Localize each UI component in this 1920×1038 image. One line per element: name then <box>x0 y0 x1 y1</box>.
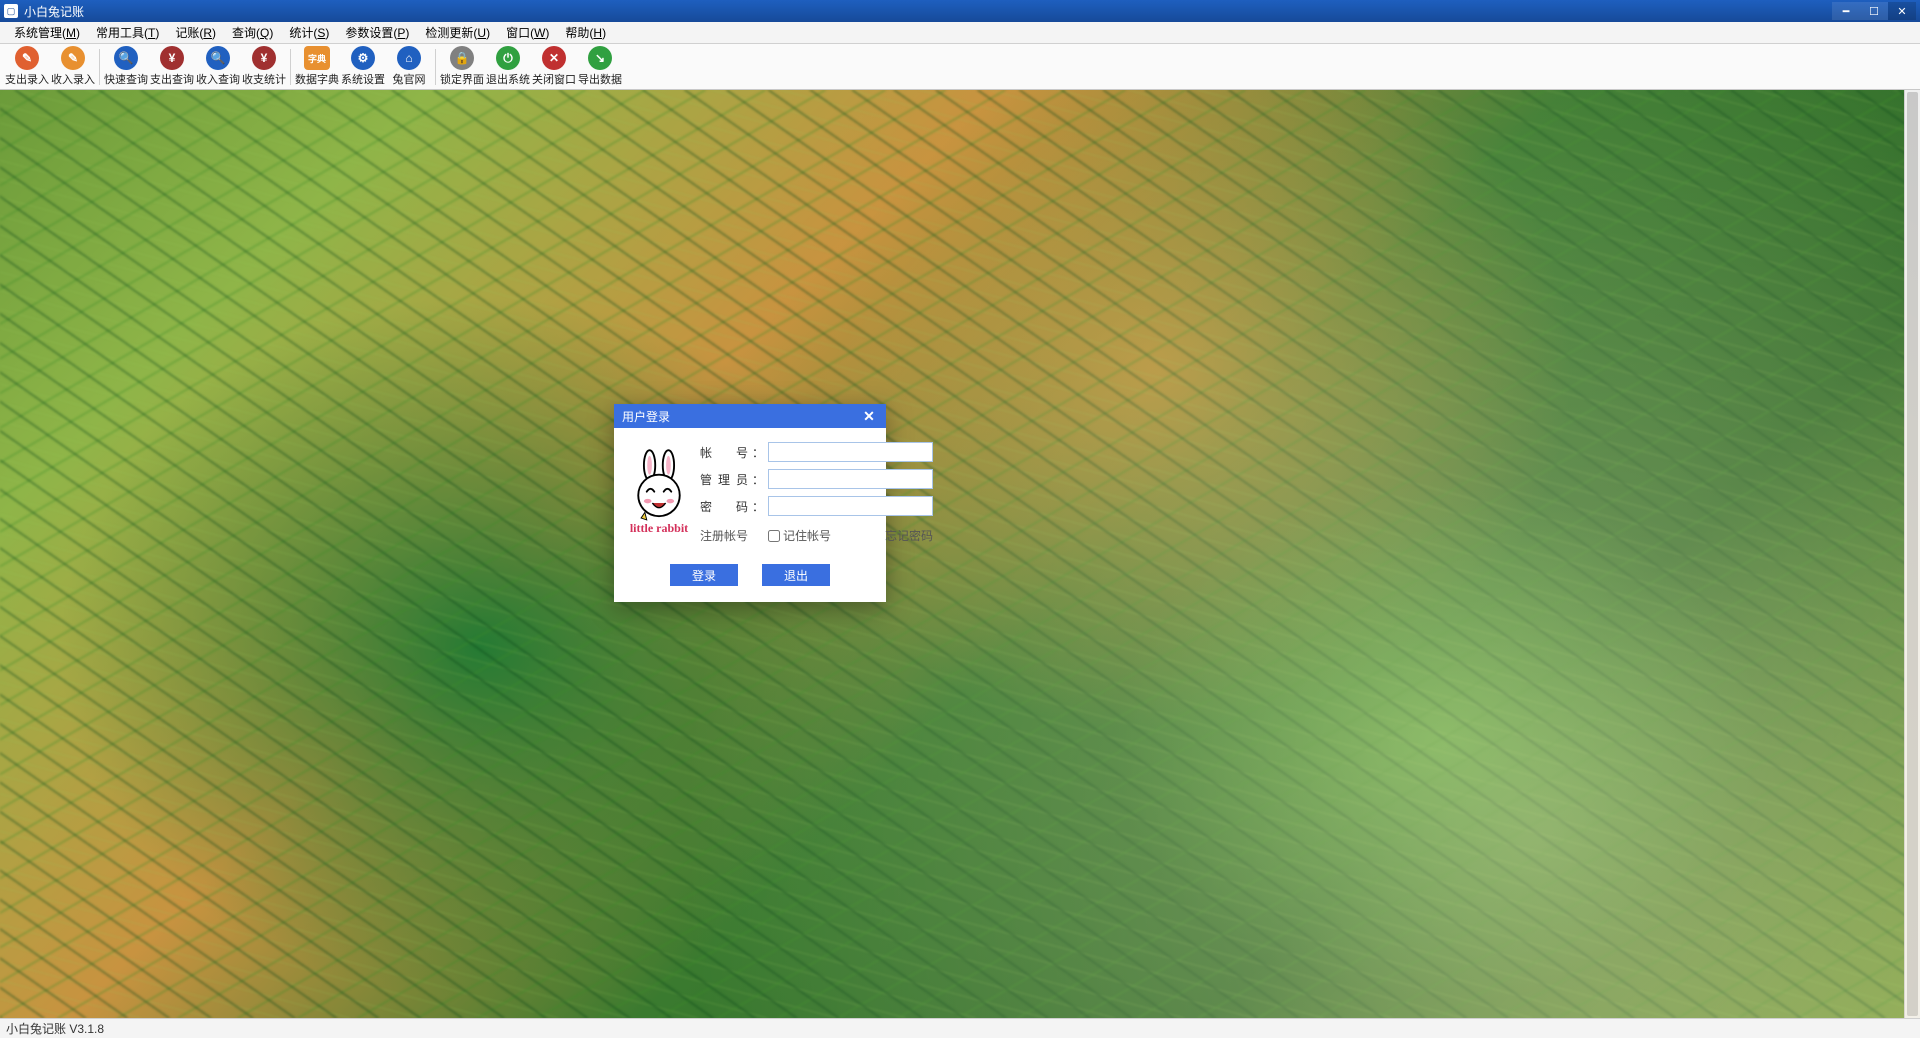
toolbar-home-button[interactable]: ⌂兔官网 <box>386 45 432 89</box>
login-brand-text: little rabbit <box>630 521 688 536</box>
search-plus-icon: 🔍 <box>206 46 230 70</box>
rabbit-icon <box>626 447 692 525</box>
menu-s[interactable]: 统计(S) <box>281 22 337 43</box>
remember-label: 记住帐号 <box>783 527 831 544</box>
toolbar-power-button[interactable]: ⏻退出系统 <box>485 45 531 89</box>
toolbar-label: 数据字典 <box>295 71 339 87</box>
toolbar-lock-button[interactable]: 🔒锁定界面 <box>439 45 485 89</box>
window-close-button[interactable]: ✕ <box>1888 2 1916 20</box>
toolbar-label: 收入查询 <box>196 71 240 87</box>
login-dialog-close-icon[interactable]: ✕ <box>860 407 878 425</box>
vertical-scrollbar[interactable] <box>1904 90 1920 1018</box>
exit-button[interactable]: 退出 <box>762 564 830 586</box>
menu-p[interactable]: 参数设置(P) <box>337 22 417 43</box>
admin-label: 管理员 <box>700 471 748 488</box>
toolbar-pencil-button[interactable]: ✎支出录入 <box>4 45 50 89</box>
menu-m[interactable]: 系统管理(M) <box>6 22 88 43</box>
status-text: 小白兔记账 V3.1.8 <box>6 1020 104 1037</box>
menu-r[interactable]: 记账(R) <box>167 22 224 43</box>
export-icon: ↘ <box>588 46 612 70</box>
password-input[interactable] <box>768 496 933 516</box>
register-link[interactable]: 注册帐号 <box>700 527 748 544</box>
toolbar-chart-button[interactable]: ¥收支统计 <box>241 45 287 89</box>
toolbar-close-button[interactable]: ✕关闭窗口 <box>531 45 577 89</box>
remember-checkbox-input[interactable] <box>768 530 780 542</box>
toolbar-separator <box>290 49 291 85</box>
password-label: 密 码 <box>700 498 748 515</box>
pencil-icon: ✎ <box>15 46 39 70</box>
toolbar-dict-button[interactable]: 字典数据字典 <box>294 45 340 89</box>
statusbar: 小白兔记账 V3.1.8 <box>0 1018 1920 1038</box>
toolbar-label: 收支统计 <box>242 71 286 87</box>
toolbar-label: 关闭窗口 <box>532 71 576 87</box>
toolbar-separator <box>435 49 436 85</box>
lock-icon: 🔒 <box>450 46 474 70</box>
toolbar-export-button[interactable]: ↘导出数据 <box>577 45 623 89</box>
search-fast-icon: 🔍 <box>114 46 138 70</box>
login-form: 帐 号： 管理员： 密 码： 注册帐号 记住帐号 <box>700 442 933 544</box>
toolbar-separator <box>99 49 100 85</box>
dict-icon: 字典 <box>304 46 330 70</box>
toolbar-label: 锁定界面 <box>440 71 484 87</box>
forgot-link[interactable]: 忘记密码 <box>885 527 933 544</box>
minimize-button[interactable]: ━ <box>1832 2 1860 20</box>
login-dialog-header[interactable]: 用户登录 ✕ <box>614 404 886 428</box>
menu-q[interactable]: 查询(Q) <box>224 22 281 43</box>
menu-t[interactable]: 常用工具(T) <box>88 22 167 43</box>
toolbar-label: 退出系统 <box>486 71 530 87</box>
window-title: 小白兔记账 <box>24 3 1832 20</box>
toolbar: ✎支出录入✎收入录入🔍快速查询¥支出查询🔍收入查询¥收支统计字典数据字典⚙系统设… <box>0 44 1920 90</box>
maximize-button[interactable]: ☐ <box>1860 2 1888 20</box>
chart-icon: ¥ <box>252 46 276 70</box>
toolbar-search-yen-button[interactable]: ¥支出查询 <box>149 45 195 89</box>
remember-checkbox[interactable]: 记住帐号 <box>768 527 831 544</box>
toolbar-label: 快速查询 <box>104 71 148 87</box>
toolbar-gear-button[interactable]: ⚙系统设置 <box>340 45 386 89</box>
toolbar-label: 收入录入 <box>51 71 95 87</box>
login-logo: little rabbit <box>626 442 692 540</box>
toolbar-label: 系统设置 <box>341 71 385 87</box>
gear-icon: ⚙ <box>351 46 375 70</box>
home-icon: ⌂ <box>397 46 421 70</box>
account-label: 帐 号 <box>700 444 748 461</box>
toolbar-folder-button[interactable]: ✎收入录入 <box>50 45 96 89</box>
menu-w[interactable]: 窗口(W) <box>498 22 557 43</box>
close-icon: ✕ <box>542 46 566 70</box>
main-workspace: 用户登录 ✕ little rabbit <box>0 90 1920 1018</box>
login-button[interactable]: 登录 <box>670 564 738 586</box>
menu-u[interactable]: 检测更新(U) <box>417 22 498 43</box>
toolbar-search-fast-button[interactable]: 🔍快速查询 <box>103 45 149 89</box>
power-icon: ⏻ <box>496 46 520 70</box>
window-controls: ━ ☐ ✕ <box>1832 2 1916 20</box>
toolbar-label: 兔官网 <box>393 71 426 87</box>
account-input[interactable] <box>768 442 933 462</box>
login-dialog-title: 用户登录 <box>622 408 860 425</box>
toolbar-search-plus-button[interactable]: 🔍收入查询 <box>195 45 241 89</box>
admin-input[interactable] <box>768 469 933 489</box>
menu-h[interactable]: 帮助(H) <box>557 22 614 43</box>
toolbar-label: 导出数据 <box>578 71 622 87</box>
toolbar-label: 支出录入 <box>5 71 49 87</box>
app-icon: ▢ <box>4 4 18 18</box>
login-dialog: 用户登录 ✕ little rabbit <box>614 404 886 602</box>
search-yen-icon: ¥ <box>160 46 184 70</box>
titlebar: ▢ 小白兔记账 ━ ☐ ✕ <box>0 0 1920 22</box>
folder-icon: ✎ <box>61 46 85 70</box>
toolbar-label: 支出查询 <box>150 71 194 87</box>
menubar: 系统管理(M)常用工具(T)记账(R)查询(Q)统计(S)参数设置(P)检测更新… <box>0 22 1920 44</box>
